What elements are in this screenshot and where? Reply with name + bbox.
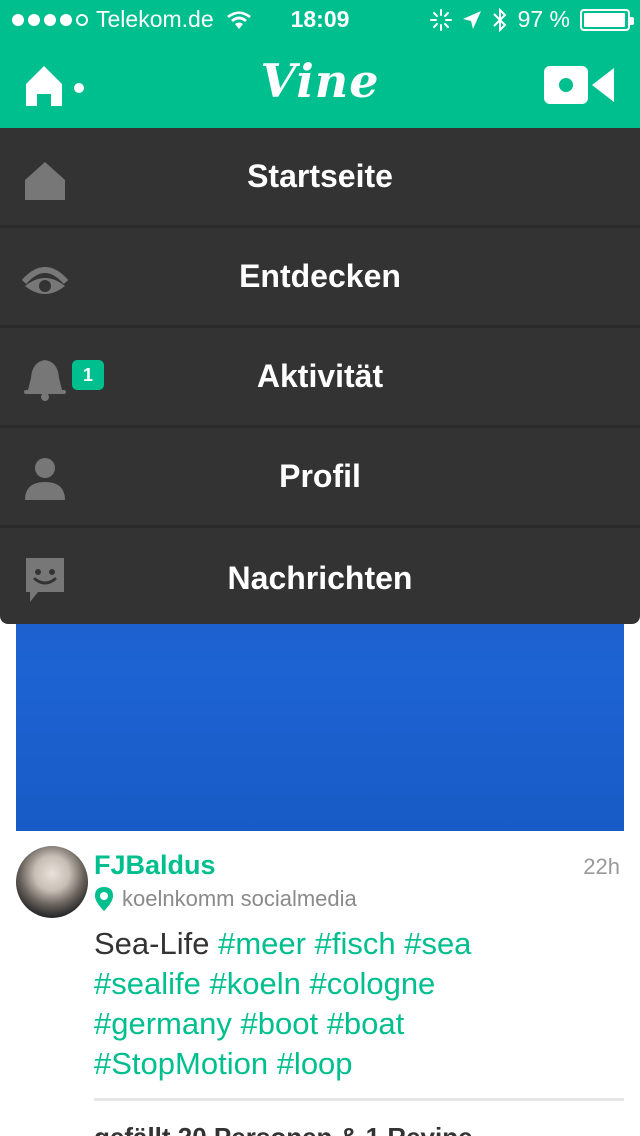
post-location[interactable]: koelnkomm socialmedia — [94, 886, 357, 912]
hashtag-link[interactable]: #loop — [277, 1046, 353, 1081]
hashtag-link[interactable]: #germany — [94, 1006, 232, 1041]
menu-item-nachrichten[interactable]: Nachrichten — [0, 528, 640, 624]
hashtag-link[interactable]: #boat — [327, 1006, 405, 1041]
location-arrow-icon — [462, 10, 481, 29]
menu-item-label: Aktivität — [256, 358, 384, 394]
menu-item-label: Entdecken — [239, 258, 401, 294]
hashtag-link[interactable]: #StopMotion — [94, 1046, 268, 1081]
battery-fill — [584, 12, 625, 27]
location-label: koelnkomm socialmedia — [122, 886, 357, 911]
video-camera-icon[interactable] — [544, 62, 616, 108]
notification-badge: 1 — [72, 360, 104, 390]
hashtag-link[interactable]: #sea — [404, 926, 471, 961]
navigation-menu: Startseite Entdecken 1 Aktivität Profil — [0, 128, 640, 624]
post-caption: Sea-Life #meer #fisch #sea #sealife #koe… — [94, 924, 524, 1084]
bell-icon — [24, 360, 66, 401]
hashtag-link[interactable]: #fisch — [315, 926, 396, 961]
battery-percent: 97 % — [517, 6, 570, 32]
nav-bar: Vine — [0, 40, 640, 128]
post-username[interactable]: FJBaldus — [94, 850, 216, 881]
avatar[interactable] — [16, 846, 88, 918]
menu-item-label: Startseite — [247, 158, 393, 194]
caption-text: Sea-Life — [94, 926, 210, 961]
menu-item-startseite[interactable]: Startseite — [0, 128, 640, 228]
hashtag-link[interactable]: #cologne — [309, 966, 435, 1001]
status-bar: Telekom.de 18:09 97 % — [0, 0, 640, 40]
post-time: 22h — [583, 854, 620, 879]
header: Telekom.de 18:09 97 % Vine — [0, 0, 640, 128]
person-icon — [25, 458, 65, 500]
likes-count[interactable]: gefällt 20 Personen & 1 Revine — [94, 1122, 473, 1136]
hashtag-link[interactable]: #boot — [240, 1006, 318, 1041]
bluetooth-icon — [492, 7, 506, 32]
menu-item-profil[interactable]: Profil — [0, 428, 640, 528]
battery-icon — [580, 8, 634, 31]
home-icon — [25, 162, 65, 200]
menu-item-label: Nachrichten — [227, 559, 413, 596]
hashtag-link[interactable]: #sealife — [94, 966, 201, 1001]
menu-item-label: Profil — [279, 458, 361, 494]
location-pin-icon — [95, 887, 113, 911]
activity-spinner-icon — [429, 8, 452, 31]
status-right: 97 % — [429, 6, 634, 33]
menu-item-entdecken[interactable]: Entdecken — [0, 228, 640, 328]
hashtag-link[interactable]: #koeln — [209, 966, 300, 1001]
menu-item-aktivitaet[interactable]: 1 Aktivität — [0, 328, 640, 428]
chat-smile-icon — [26, 558, 64, 602]
hashtag-link[interactable]: #meer — [218, 926, 306, 961]
eye-icon — [22, 267, 68, 294]
divider — [94, 1098, 624, 1101]
